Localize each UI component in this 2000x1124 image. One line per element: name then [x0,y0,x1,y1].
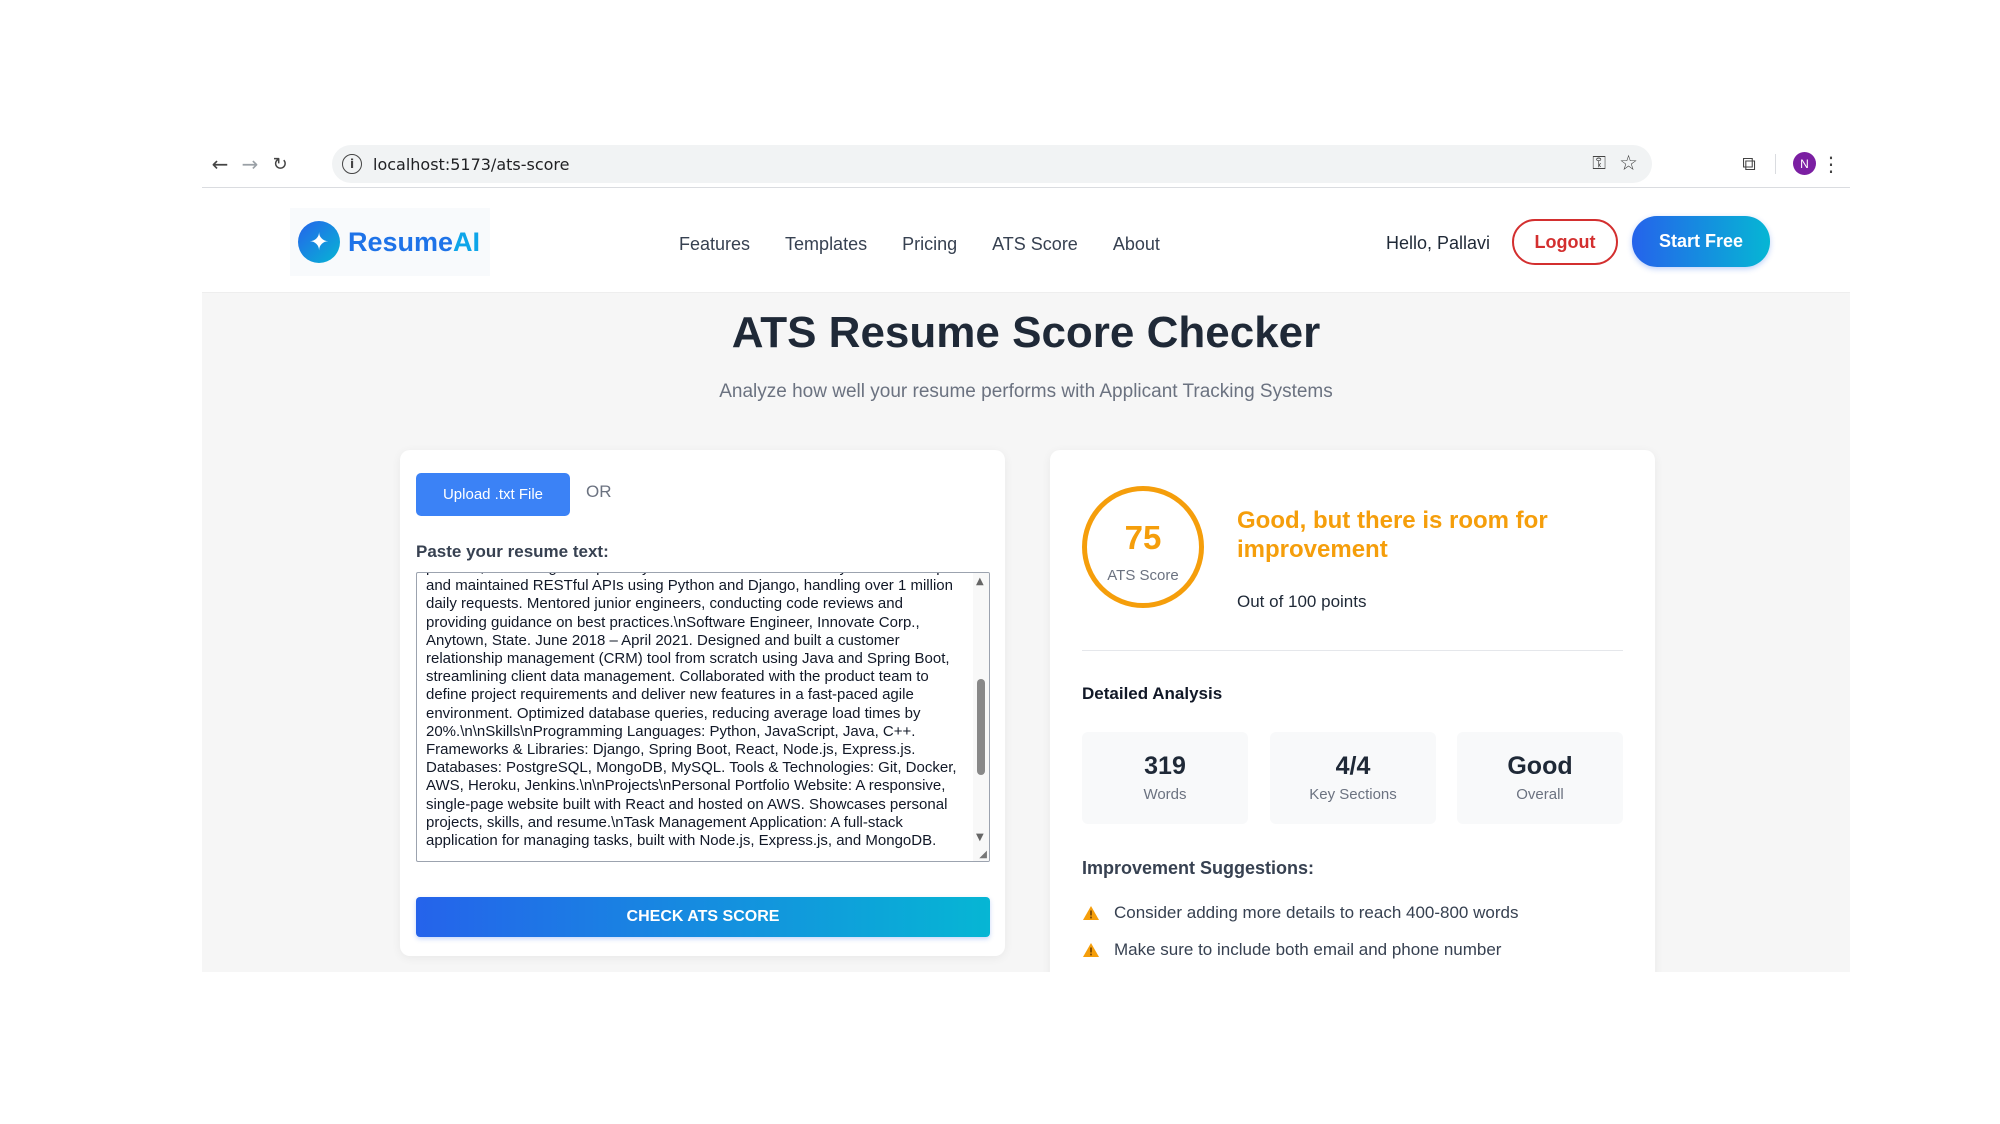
page-content: ✦ ResumeAI Features Templates Pricing AT… [202,188,1850,972]
url-text[interactable]: localhost:5173/ats-score [373,155,570,174]
check-ats-score-button[interactable]: CHECK ATS SCORE [416,897,990,937]
toolbar-divider [1775,154,1776,174]
profile-avatar[interactable]: N [1793,152,1816,175]
scroll-down-arrow-icon[interactable]: ▼ [976,832,984,843]
score-verdict: Good, but there is room for improvement [1237,507,1548,563]
logo-text-accent: AI [453,226,481,257]
bookmark-star-icon[interactable]: ☆ [1619,151,1638,175]
stat-overall: Good Overall [1457,732,1623,824]
logo[interactable]: ✦ ResumeAI [290,208,490,276]
stat-key-sections: 4/4 Key Sections [1270,732,1436,824]
logout-button[interactable]: Logout [1512,219,1618,265]
browser-toolbar: ← → ↻ i localhost:5173/ats-score ⚿ ☆ ⧉ N… [202,140,1850,188]
improvement-heading: Improvement Suggestions: [1082,858,1315,878]
stat-value: 4/4 [1335,752,1371,780]
nav-links: Features Templates Pricing ATS Score Abo… [679,234,1195,255]
start-free-button[interactable]: Start Free [1632,216,1770,267]
stat-label: Overall [1516,786,1564,803]
nav-link-about[interactable]: About [1113,234,1160,255]
site-navbar: ✦ ResumeAI Features Templates Pricing AT… [202,188,1850,293]
browser-window: ← → ↻ i localhost:5173/ats-score ⚿ ☆ ⧉ N… [202,140,1850,972]
score-label: ATS Score [1107,567,1179,584]
nav-link-ats-score[interactable]: ATS Score [992,234,1078,255]
resize-grip-icon[interactable]: ◢ [979,849,987,860]
suggestion-item: Make sure to include both email and phon… [1082,940,1501,960]
scroll-up-arrow-icon[interactable]: ▲ [976,576,984,587]
scroll-thumb[interactable] [977,679,985,775]
upload-txt-button[interactable]: Upload .txt File [416,473,570,516]
suggestion-text: Make sure to include both email and phon… [1114,940,1502,959]
forward-arrow-icon[interactable]: → [236,150,264,178]
nav-link-pricing[interactable]: Pricing [902,234,957,255]
page-title: ATS Resume Score Checker [731,308,1321,357]
score-out-of: Out of 100 points [1237,592,1367,611]
resume-text-content[interactable]: platform, increasing site speed by 30% a… [426,573,966,850]
score-ring: 75 ATS Score [1082,486,1204,608]
sparkle-logo-icon: ✦ [298,221,340,263]
suggestion-item: Consider adding more details to reach 40… [1082,903,1518,923]
suggestion-text: Consider adding more details to reach 40… [1114,903,1519,922]
stat-label: Key Sections [1309,786,1397,803]
site-info-icon[interactable]: i [342,154,362,174]
section-divider [1082,650,1623,651]
score-value: 75 [1124,519,1162,556]
stat-value: 319 [1144,752,1186,780]
stat-words: 319 Words [1082,732,1248,824]
resume-textarea[interactable]: platform, increasing site speed by 30% a… [416,572,990,862]
logo-text-main: Resume [348,226,454,257]
password-key-icon[interactable]: ⚿ [1592,153,1606,174]
textarea-scrollbar[interactable]: ▲ ▼ [973,573,989,861]
paste-resume-label: Paste your resume text: [416,542,609,561]
nav-link-templates[interactable]: Templates [785,234,867,255]
back-arrow-icon[interactable]: ← [206,150,234,178]
reload-icon[interactable]: ↻ [266,150,294,178]
user-greeting: Hello, Pallavi [1386,233,1491,253]
stat-value: Good [1507,752,1573,780]
score-result-card: 75 ATS Score Good, but there is room for… [1050,450,1655,972]
address-bar[interactable]: i localhost:5173/ats-score ⚿ ☆ [332,145,1652,183]
stat-label: Words [1143,786,1187,803]
detailed-analysis-heading: Detailed Analysis [1082,684,1223,703]
kebab-menu-icon[interactable]: ⋮ [1817,150,1845,178]
page-subtitle: Analyze how well your resume performs wi… [719,381,1333,402]
resume-input-card: Upload .txt File OR Paste your resume te… [400,450,1005,956]
extensions-puzzle-icon[interactable]: ⧉ [1735,150,1763,178]
warning-icon [1083,943,1099,957]
nav-link-features[interactable]: Features [679,234,750,255]
warning-icon [1083,906,1099,920]
or-separator: OR [586,482,612,501]
logo-text: ResumeAI [348,227,480,258]
